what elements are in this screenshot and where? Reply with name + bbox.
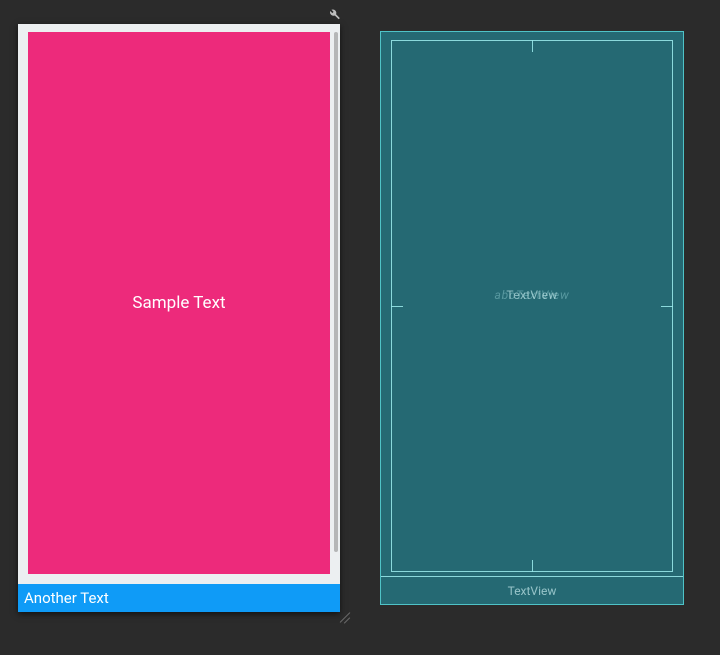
blueprint-textview-main[interactable]: abcTextView TextView [391,40,673,572]
textview-sample[interactable]: Sample Text [28,32,330,574]
wrench-icon[interactable] [327,6,341,20]
blueprint-textview-bottom[interactable]: TextView [381,576,683,604]
textview-another-label: Another Text [24,589,109,607]
textview-sample-label: Sample Text [132,293,225,313]
preview-scrollbar[interactable] [334,32,338,552]
blueprint-main-label: TextView [506,288,557,302]
textview-another[interactable]: Another Text [18,584,340,612]
blueprint-surface[interactable]: abcTextView TextView TextView [380,31,684,605]
layout-editor: Sample Text Another Text abcTextView Tex… [18,24,702,637]
resize-handle[interactable] [338,610,352,624]
blueprint-bottom-label: TextView [508,584,557,598]
design-surface[interactable]: Sample Text Another Text [18,24,340,612]
